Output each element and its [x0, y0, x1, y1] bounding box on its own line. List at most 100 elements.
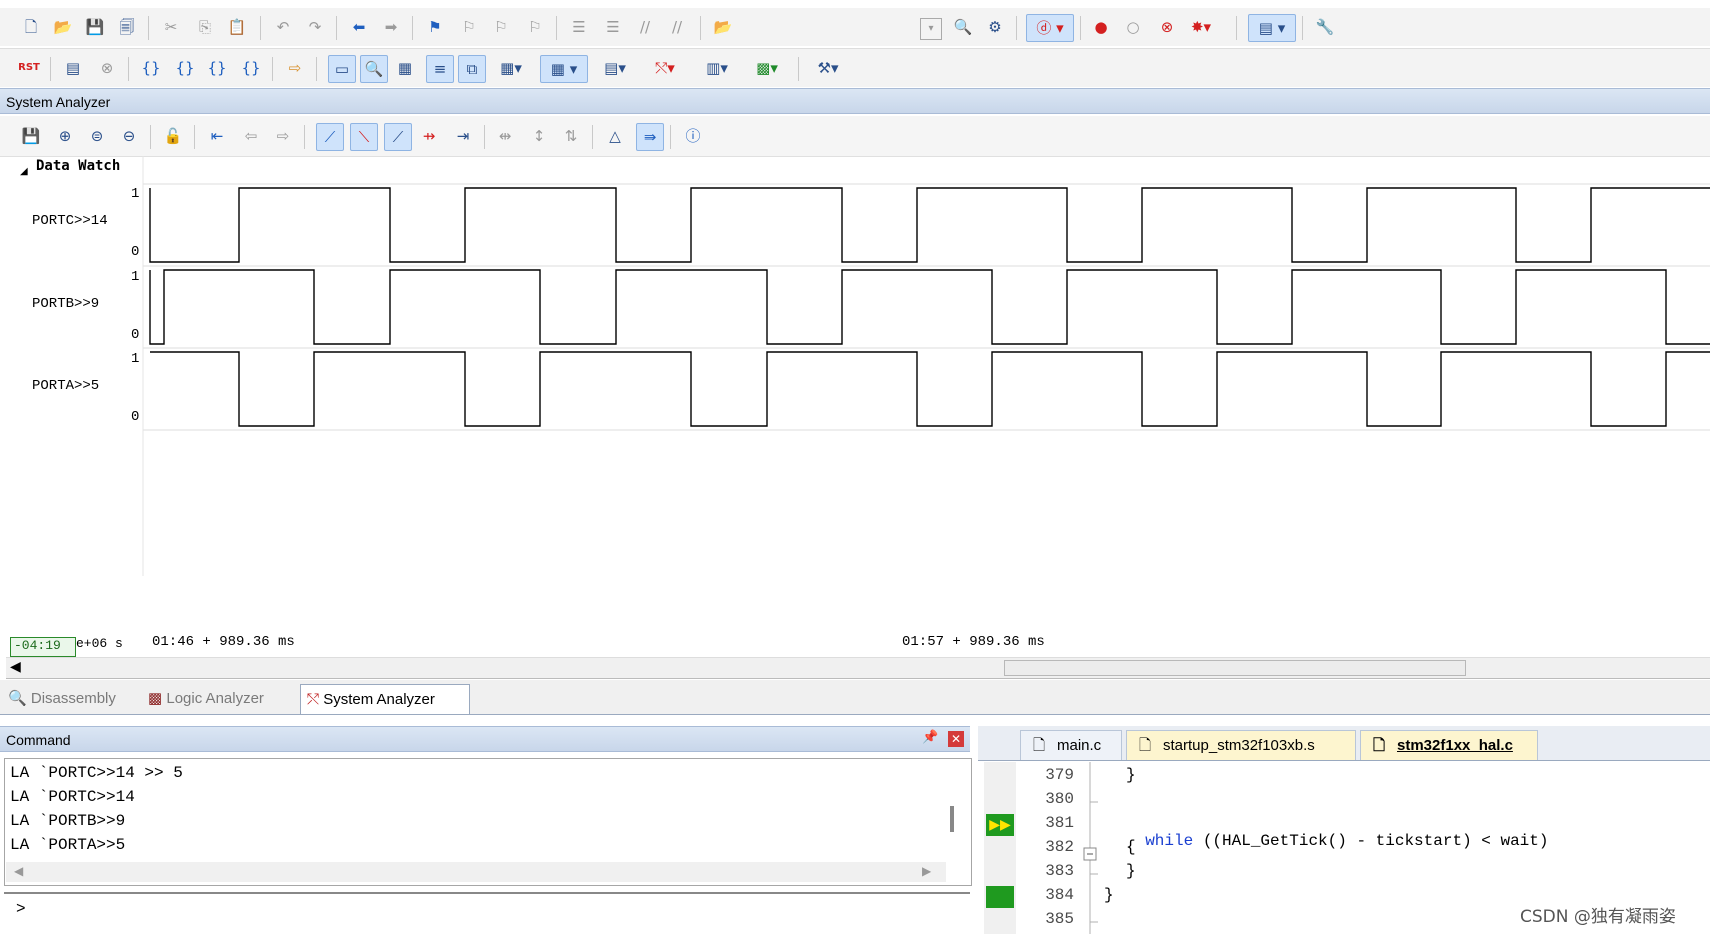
expand-icon[interactable]: ⇹ — [494, 125, 516, 147]
waveform-canvas[interactable] — [0, 156, 1710, 576]
breakpoint-options-icon[interactable]: ✸▾ — [1190, 16, 1212, 38]
cut-icon[interactable]: ✂ — [160, 16, 182, 38]
step-out-icon[interactable]: {} — [206, 57, 228, 79]
go-to-cursor-icon[interactable]: ⇥ — [452, 125, 474, 147]
zoom-in-icon[interactable]: ⊕ — [54, 125, 76, 147]
code-line: } — [1126, 862, 1136, 880]
configure-icon[interactable]: ⚙ — [984, 16, 1006, 38]
save-icon[interactable]: 💾 — [20, 125, 42, 147]
scroll-to-end-icon[interactable]: ⇛ — [636, 123, 664, 151]
zoom-all-icon[interactable]: ⊜ — [86, 125, 108, 147]
step-into-icon[interactable]: {} — [140, 57, 162, 79]
watch-window-icon[interactable]: ▦▾ — [492, 57, 530, 79]
delta-icon[interactable]: △ — [604, 125, 626, 147]
redo-icon[interactable]: ↷ — [304, 16, 326, 38]
unindent-icon[interactable]: ☰ — [602, 16, 624, 38]
pin-icon[interactable]: 📌 — [922, 730, 938, 745]
scroll-right-icon[interactable]: ▶ — [922, 864, 931, 878]
window-layout-icon[interactable]: ▤ ▾ — [1248, 14, 1296, 42]
auto-scale-icon[interactable]: ⇅ — [560, 125, 582, 147]
tools-wrench-icon[interactable]: 🔧 — [1314, 16, 1336, 38]
disable-breakpoint-icon[interactable]: ○ — [1122, 16, 1144, 38]
new-file-icon[interactable]: 🗋 — [20, 16, 42, 38]
clear-bookmarks-icon[interactable]: ⚐ — [524, 16, 546, 38]
run-icon[interactable]: ▤ — [62, 57, 84, 79]
kill-breakpoints-icon[interactable]: ⊗ — [1156, 16, 1178, 38]
registers-window-icon[interactable]: ≡ — [426, 55, 454, 83]
uncomment-icon[interactable]: // — [666, 16, 688, 38]
code-line: while ((HAL_GetTick() - tickstart) < wai… — [1126, 814, 1548, 850]
falling-edge-icon[interactable]: ⟍ — [350, 123, 378, 151]
command-vscroll-thumb[interactable] — [950, 806, 954, 832]
command-hscrollbar[interactable]: ◀ ▶ — [6, 862, 946, 882]
debug-session-icon[interactable]: ⓓ ▾ — [1026, 14, 1074, 42]
save-all-icon[interactable]: 🗐 — [116, 16, 138, 38]
tab-stm32f1xx-hal[interactable]: 🗋 stm32f1xx_hal.c — [1360, 730, 1538, 760]
comment-icon[interactable]: // — [634, 16, 656, 38]
code-rest: ((HAL_GetTick() - tickstart) < wait) — [1193, 832, 1549, 850]
rising-edge-icon[interactable]: ⟋ — [316, 123, 344, 151]
run-to-cursor-icon[interactable]: {} — [240, 57, 262, 79]
disassembly-window-icon[interactable]: 🔍 — [360, 55, 388, 83]
jump-to-start-icon[interactable]: ⇤ — [206, 125, 228, 147]
tab-logic-analyzer[interactable]: ▩ Logic Analyzer — [148, 684, 294, 714]
nav-back-icon[interactable]: ⬅ — [348, 16, 370, 38]
step-over-icon[interactable]: {} — [174, 57, 196, 79]
tab-main-c[interactable]: 🗋 main.c — [1020, 730, 1122, 760]
copy-icon[interactable]: ⎘ — [194, 16, 216, 38]
file-icon: 🗋 — [1033, 737, 1046, 754]
find-icon[interactable]: 🔍 — [952, 16, 974, 38]
tab-system-analyzer[interactable]: ⤲ System Analyzer — [300, 684, 470, 714]
find-in-files-icon[interactable]: 📂 — [712, 16, 734, 38]
vertical-scale-icon[interactable]: ↕ — [528, 125, 550, 147]
executed-line-marker — [986, 886, 1014, 908]
edge-marker-icon[interactable]: ⟋ — [384, 123, 412, 151]
stop-icon[interactable]: ⊗ — [96, 57, 118, 79]
dropdown-box-icon[interactable]: ▾ — [920, 18, 942, 40]
next-bookmark-icon[interactable]: ⚐ — [490, 16, 512, 38]
analysis-window-icon[interactable]: ⤲▾ — [646, 57, 684, 79]
watermark: CSDN @独有凝雨姿 — [1520, 902, 1676, 927]
scroll-left-icon[interactable]: ◀ — [14, 864, 23, 878]
debug-toolbar: RST ▤ ⊗ {} {} {} {} ⇨ ▭ 🔍 ▦ ≡ ⧉ ▦▾ ▦ ▾ ▤… — [0, 48, 1710, 87]
scroll-left-icon[interactable]: ◀ — [10, 659, 21, 675]
next-transition-icon[interactable]: ⇨ — [272, 125, 294, 147]
paste-icon[interactable]: 📋 — [226, 16, 248, 38]
cursor-icon[interactable]: ⇸ — [418, 125, 440, 147]
memory-window-icon[interactable]: ▦ ▾ — [540, 55, 588, 83]
file-icon: 🗋 — [1139, 737, 1152, 754]
indent-icon[interactable]: ☰ — [568, 16, 590, 38]
code-keyword: while — [1145, 832, 1194, 850]
command-window-icon[interactable]: ▭ — [328, 55, 356, 83]
save-icon[interactable]: 💾 — [84, 16, 106, 38]
tab-startup-stm32f103xb[interactable]: 🗋 startup_stm32f103xb.s — [1126, 730, 1356, 760]
show-next-statement-icon[interactable]: ⇨ — [284, 57, 306, 79]
command-input[interactable]: > — [4, 892, 970, 928]
code-line: } — [1104, 886, 1114, 904]
open-folder-icon[interactable]: 📂 — [52, 16, 74, 38]
logic-analyzer-icon: ▩ — [148, 690, 163, 707]
help-icon[interactable]: ⓘ — [682, 125, 704, 147]
call-stack-window-icon[interactable]: ⧉ — [458, 55, 486, 83]
bookmark-icon[interactable]: ⚑ — [424, 16, 446, 38]
prev-transition-icon[interactable]: ⇦ — [240, 125, 262, 147]
breakpoint-icon[interactable]: ● — [1090, 16, 1112, 38]
symbols-window-icon[interactable]: ▦ — [394, 57, 416, 79]
undo-icon[interactable]: ↶ — [272, 16, 294, 38]
nav-forward-icon[interactable]: ➡ — [380, 16, 402, 38]
serial-window-icon[interactable]: ▤▾ — [596, 57, 634, 79]
reset-icon[interactable]: RST — [18, 57, 40, 79]
system-viewer-icon[interactable]: ▩▾ — [748, 57, 786, 79]
scroll-thumb[interactable] — [1004, 660, 1466, 676]
prev-bookmark-icon[interactable]: ⚐ — [458, 16, 480, 38]
tab-disassembly[interactable]: 🔍 Disassembly — [8, 684, 140, 714]
trace-window-icon[interactable]: ▥▾ — [698, 57, 736, 79]
system-analyzer-icon: ⤲ — [307, 691, 320, 708]
close-icon[interactable]: ✕ — [948, 731, 964, 747]
horizontal-scrollbar[interactable]: ◀ — [6, 657, 1710, 679]
system-analyzer-title: System Analyzer — [0, 88, 1710, 114]
unlock-icon[interactable]: 🔓 — [162, 125, 184, 147]
time-right: 01:57 + 989.36 ms — [902, 634, 1045, 650]
toolbox-icon[interactable]: ⚒▾ — [808, 57, 848, 79]
zoom-out-icon[interactable]: ⊖ — [118, 125, 140, 147]
